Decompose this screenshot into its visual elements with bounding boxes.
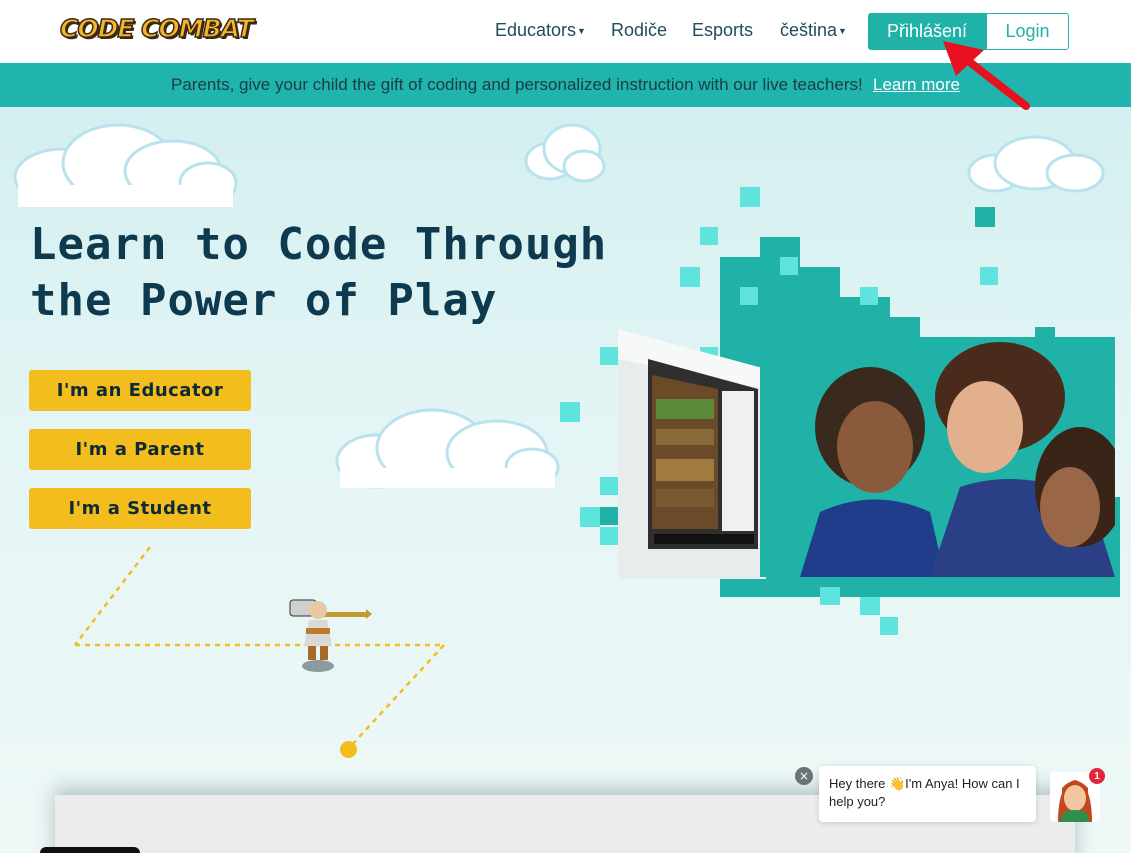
codecombat-logo[interactable]: CODE COMBAT [59,12,254,50]
nav-parents-label: Rodiče [611,20,668,40]
nav-educators[interactable]: Educators▼ [495,20,586,41]
monitor-image [618,329,766,579]
banner-text: Parents, give your child the gift of cod… [171,75,863,94]
chat-message-bubble[interactable]: Hey there 👋I'm Anya! How can I help you? [819,766,1036,822]
caret-down-icon: ▼ [838,26,847,37]
dashed-path-decoration [74,546,445,748]
bottom-tab [40,847,140,853]
teacher-students-photo [760,337,1115,577]
nav-language[interactable]: čeština▼ [780,20,847,41]
chat-message-part-1: Hey there [829,776,889,791]
caret-down-icon: ▼ [577,26,586,37]
hero-section: Learn to Code Through the Power of Play … [0,107,1131,853]
nav-esports[interactable]: Esports [692,20,753,41]
nav-educators-label: Educators [495,20,577,40]
nav-language-label: čeština [780,20,838,40]
annotation-arrow-icon [943,41,1030,110]
nav-esports-label: Esports [692,20,754,40]
notification-badge: 1 [1089,768,1105,784]
nav-parents[interactable]: Rodiče [611,20,667,41]
chat-close-icon[interactable]: × [795,767,813,785]
game-hero-character [289,599,372,672]
logo-text: CODE COMBAT [59,13,254,44]
wave-icon: 👋 [888,776,906,791]
goal-marker [340,741,357,758]
